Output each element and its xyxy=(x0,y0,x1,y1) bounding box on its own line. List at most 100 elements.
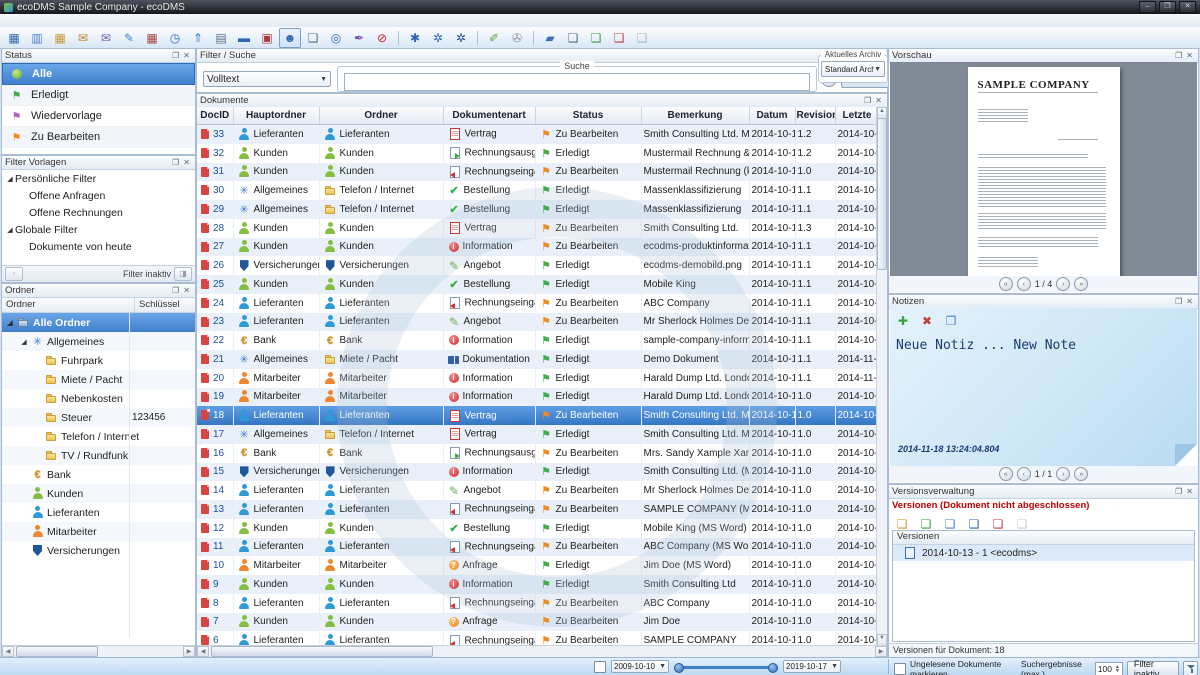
folder-tree-item[interactable]: Lieferanten xyxy=(2,503,195,522)
upload-icon[interactable]: ⇑ xyxy=(187,28,209,48)
first-note-button[interactable]: « xyxy=(999,467,1013,481)
document-row[interactable]: 23 Lieferanten Lieferanten Angebot Zu Be… xyxy=(197,313,877,332)
calendar-icon[interactable]: ▦ xyxy=(141,28,163,48)
next-page-button[interactable]: › xyxy=(1056,277,1070,291)
versions-list-header[interactable]: Versionen xyxy=(893,531,1194,545)
document-export-icon[interactable]: ❏ xyxy=(562,28,584,48)
document-row[interactable]: 22 Bank Bank Information Erledigt sample… xyxy=(197,331,877,350)
document-row[interactable]: 33 Lieferanten Lieferanten Vertrag Zu Be… xyxy=(197,125,877,144)
column-bemerkung[interactable]: Bemerkung xyxy=(641,107,749,125)
status-filter-item[interactable]: Wiedervorlage xyxy=(2,106,195,127)
document-row[interactable]: 8 Lieferanten Lieferanten Rechnungseinga… xyxy=(197,594,877,613)
folder-tree-item[interactable]: ◢ Allgemeines xyxy=(2,332,195,351)
folder-tree-item[interactable]: Mitarbeiter xyxy=(2,522,195,541)
scrollbar-thumb[interactable] xyxy=(211,646,433,657)
filter-template-item[interactable]: Offene Anfragen xyxy=(2,187,195,204)
version-item[interactable]: 2014-10-13 - 1 <ecodms> xyxy=(893,545,1194,561)
float-panel-icon[interactable]: ❐ xyxy=(170,51,181,60)
document-row[interactable]: 6 Lieferanten Lieferanten Rechnungseinga… xyxy=(197,631,877,646)
sign-icon[interactable]: ✒ xyxy=(348,28,370,48)
document-row[interactable]: 11 Lieferanten Lieferanten Rechnungseing… xyxy=(197,538,877,557)
filter-template-item[interactable]: Dokumente von heute xyxy=(2,238,195,255)
remove-note-icon[interactable]: ✖ xyxy=(916,311,938,331)
search-document-icon[interactable]: ◎ xyxy=(325,28,347,48)
clipboard-icon[interactable]: ▰ xyxy=(539,28,561,48)
float-panel-icon[interactable]: ❐ xyxy=(862,96,873,105)
document-row[interactable]: 17 Allgemeines Telefon / Internet Vertra… xyxy=(197,425,877,444)
inbox-icon[interactable]: ▬ xyxy=(233,28,255,48)
attachment-icon[interactable]: ✇ xyxy=(506,28,528,48)
document-row[interactable]: 30 Allgemeines Telefon / Internet Bestel… xyxy=(197,181,877,200)
column-hauptordner[interactable]: Hauptordner xyxy=(233,107,319,125)
slider-handle-right[interactable] xyxy=(768,663,778,673)
close-panel-icon[interactable]: ✕ xyxy=(1184,51,1195,60)
scrollbar-thumb[interactable] xyxy=(877,118,887,270)
stop-icon[interactable]: ⊘ xyxy=(371,28,393,48)
search-mode-dropdown[interactable]: Volltext▼ xyxy=(203,71,331,87)
folder-tree-item[interactable]: TV / Rundfunk xyxy=(2,446,195,465)
scroll-right-icon[interactable]: ▶ xyxy=(183,646,195,657)
close-panel-icon[interactable]: ✕ xyxy=(1184,297,1195,306)
date-range-slider[interactable] xyxy=(674,660,778,673)
status-filter-item[interactable]: Erledigt xyxy=(2,85,195,106)
print-note-icon[interactable]: ❐ xyxy=(940,311,962,331)
archive-icon[interactable]: ▣ xyxy=(256,28,278,48)
column-dokumentenart[interactable]: Dokumentenart xyxy=(443,107,535,125)
document-row[interactable]: 24 Lieferanten Lieferanten Rechnungseing… xyxy=(197,294,877,313)
settings-icon[interactable]: ✱ xyxy=(404,28,426,48)
edit-green-icon[interactable]: ✐ xyxy=(483,28,505,48)
folder-tree-item[interactable]: Versicherungen xyxy=(2,541,195,560)
float-panel-icon[interactable]: ❐ xyxy=(1173,487,1184,496)
document-row[interactable]: 15 Versicherungen Versicherungen Informa… xyxy=(197,463,877,482)
export-icon[interactable]: ▥ xyxy=(26,28,48,48)
scrollbar-thumb[interactable] xyxy=(16,646,98,657)
save-as-icon[interactable]: ▦ xyxy=(49,28,71,48)
first-page-button[interactable]: « xyxy=(999,277,1013,291)
document-row[interactable]: 19 Mitarbeiter Mitarbeiter Information E… xyxy=(197,388,877,407)
mark-unread-checkbox[interactable] xyxy=(894,663,906,675)
folder-tree-item[interactable]: ◢ Alle Ordner xyxy=(2,313,195,332)
group-settings-icon[interactable]: ✲ xyxy=(450,28,472,48)
scroll-left-icon[interactable]: ◀ xyxy=(2,646,14,657)
document-row[interactable]: 28 Kunden Kunden Vertrag Zu Bearbeiten S… xyxy=(197,219,877,238)
close-panel-icon[interactable]: ✕ xyxy=(181,158,192,167)
close-button[interactable]: ✕ xyxy=(1179,1,1196,13)
column-ordner[interactable]: Ordner xyxy=(319,107,443,125)
document-row[interactable]: 26 Versicherungen Versicherungen Angebot… xyxy=(197,256,877,275)
mail-icon[interactable]: ✉ xyxy=(72,28,94,48)
close-panel-icon[interactable]: ✕ xyxy=(181,51,192,60)
folder-tree-item[interactable]: Miete / Pacht xyxy=(2,370,195,389)
edit-document-icon[interactable]: ✎ xyxy=(118,28,140,48)
document-row[interactable]: 21 Allgemeines Miete / Pacht Dokumentati… xyxy=(197,350,877,369)
document-row[interactable]: 16 Bank Bank Rechnungsausgang Zu Bearbei… xyxy=(197,444,877,463)
maximize-button[interactable]: ❐ xyxy=(1159,1,1176,13)
column-letzte[interactable]: Letzte xyxy=(835,107,877,125)
status-filter-item[interactable]: Alle xyxy=(2,63,195,85)
document-row[interactable]: 29 Allgemeines Telefon / Internet Bestel… xyxy=(197,200,877,219)
mail-archive-icon[interactable]: ✉ xyxy=(95,28,117,48)
folder-horizontal-scrollbar[interactable]: ◀ ▶ xyxy=(2,645,195,657)
users-icon[interactable]: ☻ xyxy=(279,28,301,48)
document-row[interactable]: 32 Kunden Kunden Rechnungsausgang Erledi… xyxy=(197,144,877,163)
history-icon[interactable]: ◷ xyxy=(164,28,186,48)
last-note-button[interactable]: » xyxy=(1074,467,1088,481)
add-filter-button[interactable]: ▫ xyxy=(5,267,23,281)
folder-column-schluessel[interactable]: Schlüssel xyxy=(135,298,184,312)
column-datum[interactable]: Datum xyxy=(749,107,795,125)
folder-column-ordner[interactable]: Ordner xyxy=(2,298,135,312)
document-row[interactable]: 25 Kunden Kunden Bestellung Erledigt Mob… xyxy=(197,275,877,294)
close-panel-icon[interactable]: ✕ xyxy=(873,96,884,105)
documents-vertical-scrollbar[interactable]: ▲ ▼ xyxy=(876,107,887,646)
status-filter-item[interactable]: Zu Bearbeiten xyxy=(2,127,195,148)
folder-column-headers[interactable]: Ordner Schlüssel xyxy=(2,298,195,313)
toggle-filter-button[interactable]: ◨ xyxy=(174,267,192,281)
scroll-right-icon[interactable]: ▶ xyxy=(875,646,887,657)
minimize-button[interactable]: – xyxy=(1139,1,1156,13)
search-input[interactable] xyxy=(344,73,810,91)
next-note-button[interactable]: › xyxy=(1056,467,1070,481)
float-panel-icon[interactable]: ❐ xyxy=(1173,51,1184,60)
expander-icon[interactable]: ◢ xyxy=(5,175,15,183)
last-page-button[interactable]: » xyxy=(1074,277,1088,291)
document-row[interactable]: 13 Lieferanten Lieferanten Rechnungseing… xyxy=(197,500,877,519)
slider-handle-left[interactable] xyxy=(674,663,684,673)
